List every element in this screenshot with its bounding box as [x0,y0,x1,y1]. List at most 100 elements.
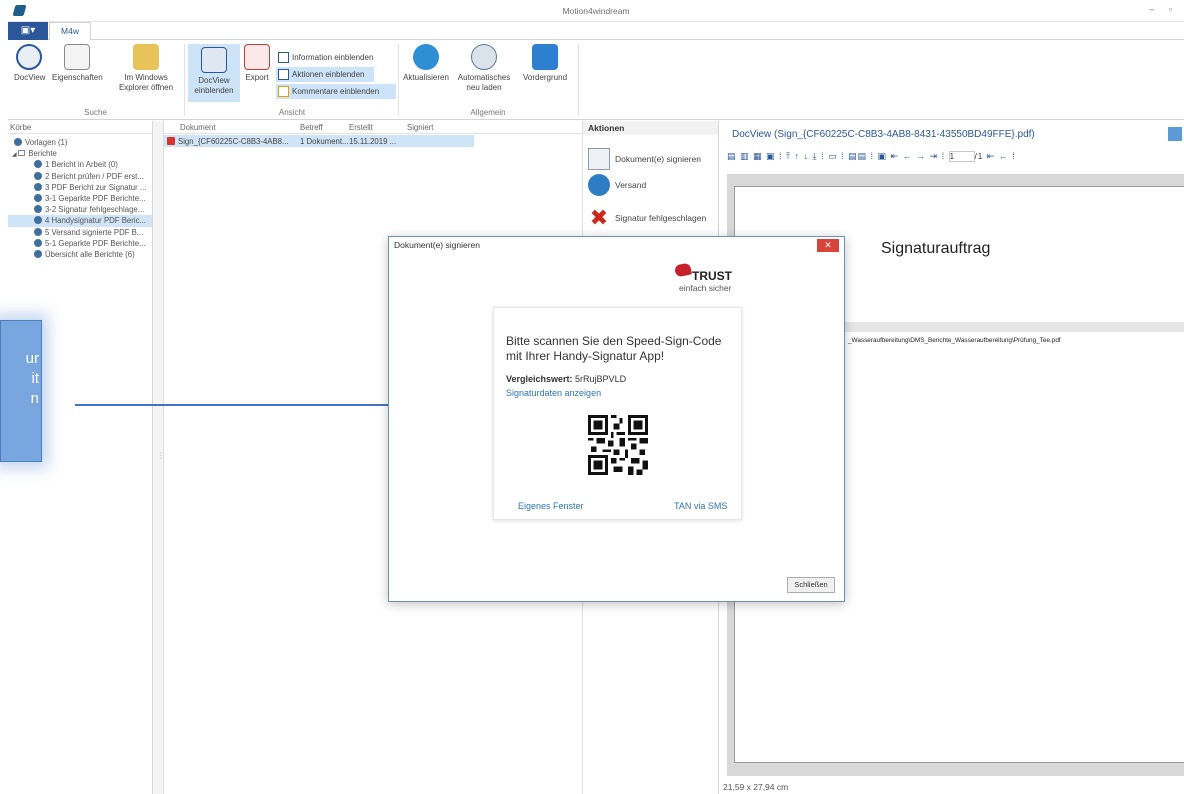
tree-item-label: Berichte [28,149,57,159]
tree-item-label: 3-2 Signatur fehlgeschlage... [45,205,145,215]
information-einblenden-button[interactable]: Information einblenden [276,50,386,65]
docview-icon [16,44,42,70]
basket-icon [34,216,42,225]
callout-line: it [31,370,40,387]
group-suche-label: Suche [84,108,107,117]
tree-item-geparkte-3-1[interactable]: 3-1 Geparkte PDF Berichte... [8,193,152,204]
tree-item-geparkte-5-1[interactable]: 5-1 Geparkte PDF Berichte... [8,238,152,249]
eigenschaften-label: Eigenschaften [52,73,103,82]
pane-splitter[interactable]: ⋮ [153,121,165,794]
docview-einblenden-label-1: DocView [198,76,230,85]
foreground-icon [532,44,558,70]
refresh-icon [413,44,439,70]
information-label: Information einblenden [292,53,374,62]
tree-item-bericht-in-arbeit[interactable]: 1 Bericht in Arbeit (0) [8,159,152,170]
compare-label: Vergleichswert: [506,374,573,384]
title-bar: Motion4windream – ▫ [8,0,1184,22]
info-icon [278,52,289,63]
aktionen-label: Aktionen einblenden [292,70,365,79]
window-controls[interactable]: – ▫ [1149,4,1178,14]
trust-logo-tagline: einfach sicher [679,283,732,293]
tab-m4w[interactable]: M4w [49,22,91,41]
docview-toggle-icon [201,47,227,73]
ribbon-separator [578,44,579,116]
action-versand[interactable]: Versand [588,172,646,198]
tree-item-label: 1 Bericht in Arbeit (0) [45,160,118,170]
signature-card: Bitte scannen Sie den Speed-Sign-Code mi… [493,307,742,520]
docview-einblenden-label-2: einblenden [194,86,234,95]
kommentare-einblenden-button[interactable]: Kommentare einblenden [276,84,396,99]
docview-options-button[interactable] [1168,127,1182,141]
explorer-button[interactable]: Im Windows Explorer öffnen [115,44,177,93]
dialog-close-icon[interactable]: ✕ [817,239,839,252]
aktionen-einblenden-button[interactable]: Aktionen einblenden [276,67,374,82]
tree-item-vorlagen[interactable]: Vorlagen (1) [8,137,152,148]
column-signiert[interactable]: Signiert [407,123,433,132]
tan-via-sms-link[interactable]: TAN via SMS [674,501,727,511]
red-x-icon: ✖ [589,205,609,230]
compare-value: Vergleichswert: 5rRujBPVLD [506,374,626,384]
docview-einblenden-button[interactable]: DocView einblenden [188,44,240,102]
ribbon-separator [184,44,185,116]
document-list-header: Dokument Betreff Erstellt Signiert [164,121,582,134]
compare-code: 5rRujBPVLD [575,374,627,384]
callout-box: ur it n [0,320,42,462]
tree-item-bericht-pruefen[interactable]: 2 Bericht prüfen / PDF erst... [8,171,152,182]
close-button[interactable]: Schließen [787,577,835,593]
tree-item-versand-signierte[interactable]: 5 Versand signierte PDF B... [8,227,152,238]
callout-line: ur [25,350,39,367]
export-button[interactable]: Export [242,44,272,83]
tree-item-label: Vorlagen (1) [25,138,68,147]
automatisches-neu-laden-button[interactable]: Automatisches neu laden [454,44,514,93]
docview-toolbar[interactable]: ▤ ▥ ▦ ▣ ⁞ ⤒ ↑ ↓ ⤓ ⁞ ▭ ⁞ ▤▤ ⁞ ▣ ⇤ ← → ⇥ ⁞… [727,151,1184,169]
eigenschaften-button[interactable]: Eigenschaften [52,44,103,83]
actions-icon [278,69,289,80]
file-menu-button[interactable]: ▣▾ [8,22,48,40]
vordergrund-button[interactable]: Vordergrund [518,44,572,83]
aktualisieren-button[interactable]: Aktualisieren [400,44,452,83]
trust-logo: TRUST einfach sicher [673,261,743,295]
explorer-label-2: Explorer öffnen [118,83,174,92]
sign-dialog: Dokument(e) signieren ✕ TRUST einfach si… [388,236,845,602]
page-size-status: 21,59 x 27,94 cm [723,782,789,792]
basket-icon [34,205,42,214]
row-dokument: Sign_{CF60225C-C8B3-4AB8... [178,137,289,146]
ribbon-separator [398,44,399,116]
column-dokument[interactable]: Dokument [180,123,216,132]
actions-header: Aktionen [583,121,718,135]
row-betreff: 1 Dokument... [300,137,349,146]
basket-icon [34,160,42,169]
basket-icon [34,182,42,191]
window-title: Motion4windream [562,6,630,16]
export-label: Export [245,73,269,82]
table-row[interactable]: Sign_{CF60225C-C8B3-4AB8... 1 Dokument..… [164,135,474,147]
trust-logo-name: TRUST [692,269,732,283]
show-signature-data-link[interactable]: Signaturdaten anzeigen [506,388,601,398]
tree-item-pdf-zur-signatur[interactable]: 3 PDF Bericht zur Signatur ... [8,182,152,193]
basket-icon [14,138,22,146]
column-betreff[interactable]: Betreff [300,123,323,132]
toolbar-icons-2[interactable]: ⇤ ← ⁞ [983,151,1016,161]
basket-icon [34,227,42,236]
basket-icon [34,249,42,258]
action-dokumente-signieren[interactable]: Dokument(e) signieren [588,146,701,172]
tree-item-label: 2 Bericht prüfen / PDF erst... [45,171,144,181]
ribbon-tabs: ▣▾ M4w [8,22,1184,41]
vordergrund-label: Vordergrund [522,73,568,82]
callout-text: ur it n [26,349,39,409]
tree-item-uebersicht[interactable]: Übersicht alle Berichte (6) [8,249,152,260]
page-total: /1 [974,152,984,161]
tree-item-berichte[interactable]: ◢ Berichte [8,148,152,159]
page-number-input[interactable]: 1 [948,151,975,162]
action-signatur-fehlgeschlagen[interactable]: ✖ Signatur fehlgeschlagen [588,205,706,231]
docview-button[interactable]: DocView [14,44,45,83]
toolbar-icons[interactable]: ▤ ▥ ▦ ▣ ⁞ ⤒ ↑ ↓ ⤓ ⁞ ▭ ⁞ ▤▤ ⁞ ▣ ⇤ ← → ⇥ ⁞ [727,151,949,161]
column-erstellt[interactable]: Erstellt [349,123,373,132]
tree-item-label: 3-1 Geparkte PDF Berichte... [45,193,146,203]
group-ansicht-label: Ansicht [278,108,306,117]
own-window-link[interactable]: Eigenes Fenster [518,501,584,511]
tree-item-handysignatur[interactable]: 4 Handysignatur PDF Beric... [8,215,152,227]
tree-item-label: Übersicht alle Berichte (6) [45,249,135,259]
explorer-label-1: Im Windows [124,73,168,82]
tree-item-signatur-fehlgeschlagen[interactable]: 3-2 Signatur fehlgeschlage... [8,204,152,215]
